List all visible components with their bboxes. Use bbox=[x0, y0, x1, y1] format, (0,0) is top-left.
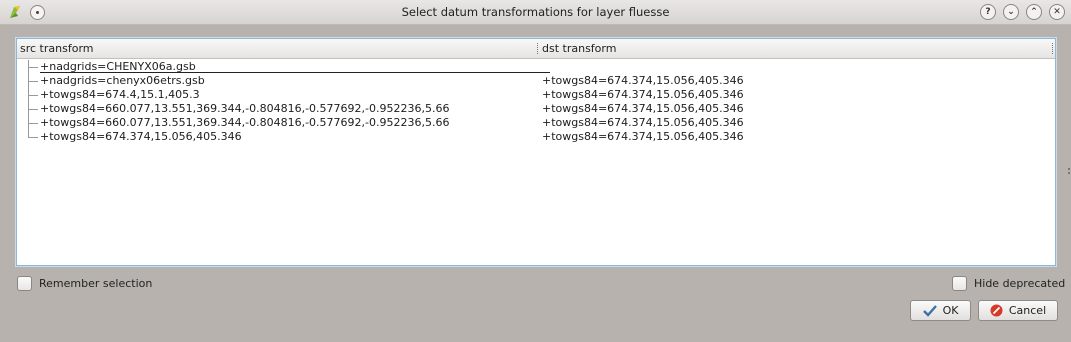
column-header-dst[interactable]: dst transform bbox=[542, 42, 616, 55]
ok-label: OK bbox=[942, 304, 959, 317]
tree-branch bbox=[29, 109, 38, 110]
window-title: Select datum transformations for layer f… bbox=[401, 5, 670, 19]
ok-button[interactable]: OK bbox=[910, 300, 971, 321]
dst-cell: +towgs84=674.374,15.056,405.346 bbox=[542, 116, 744, 129]
dst-cell: +towgs84=674.374,15.056,405.346 bbox=[542, 88, 744, 101]
hide-deprecated-checkbox[interactable] bbox=[952, 276, 967, 291]
dst-cell: +towgs84=674.374,15.056,405.346 bbox=[542, 130, 744, 143]
src-cell: +towgs84=660.077,13.551,369.344,-0.80481… bbox=[40, 102, 450, 115]
table-row[interactable]: +towgs84=660.077,13.551,369.344,-0.80481… bbox=[17, 102, 1055, 116]
minimize-button[interactable]: ⌄ bbox=[1003, 4, 1019, 20]
table-row[interactable]: +nadgrids=CHENYX06a.gsb bbox=[17, 60, 1055, 74]
resize-grip[interactable] bbox=[1068, 172, 1070, 174]
dst-cell: +towgs84=674.374,15.056,405.346 bbox=[542, 102, 744, 115]
resize-grip[interactable] bbox=[1068, 168, 1070, 170]
cancel-button[interactable]: Cancel bbox=[978, 300, 1058, 321]
column-separator[interactable] bbox=[537, 43, 539, 54]
src-cell: +towgs84=674.374,15.056,405.346 bbox=[40, 130, 242, 143]
table-row[interactable]: +towgs84=674.374,15.056,405.346 +towgs84… bbox=[17, 130, 1055, 144]
cancel-icon bbox=[990, 304, 1003, 317]
help-button[interactable]: ? bbox=[980, 4, 996, 20]
cancel-label: Cancel bbox=[1008, 304, 1047, 317]
column-separator[interactable] bbox=[1052, 43, 1054, 54]
table-row[interactable]: +nadgrids=chenyx06etrs.gsb +towgs84=674.… bbox=[17, 74, 1055, 88]
tree-branch bbox=[29, 67, 38, 68]
remember-selection-checkbox[interactable] bbox=[17, 276, 32, 291]
close-button[interactable]: ✕ bbox=[1049, 4, 1065, 20]
src-cell: +towgs84=660.077,13.551,369.344,-0.80481… bbox=[40, 116, 450, 129]
checkmark-icon bbox=[922, 304, 937, 317]
table-row[interactable]: +towgs84=660.077,13.551,369.344,-0.80481… bbox=[17, 116, 1055, 130]
remember-selection-label[interactable]: Remember selection bbox=[39, 277, 152, 290]
hide-deprecated-label[interactable]: Hide deprecated bbox=[974, 277, 1065, 290]
tree-branch bbox=[29, 81, 38, 82]
src-cell: +nadgrids=chenyx06etrs.gsb bbox=[40, 74, 205, 87]
title-bar: Select datum transformations for layer f… bbox=[0, 0, 1071, 25]
table-row[interactable]: +towgs84=674.4,15.1,405.3 +towgs84=674.3… bbox=[17, 88, 1055, 102]
table-header: src transform dst transform bbox=[17, 39, 1055, 59]
maximize-button[interactable]: ⌃ bbox=[1026, 4, 1042, 20]
src-cell: +towgs84=674.4,15.1,405.3 bbox=[40, 88, 200, 101]
tree-branch bbox=[29, 123, 38, 124]
dst-cell: +towgs84=674.374,15.056,405.346 bbox=[542, 74, 744, 87]
row-focus-underline bbox=[40, 72, 550, 73]
transform-tree[interactable]: src transform dst transform +nadgrids=CH… bbox=[16, 38, 1056, 266]
column-header-src[interactable]: src transform bbox=[20, 42, 93, 55]
tree-branch bbox=[29, 95, 38, 96]
tree-branch bbox=[29, 137, 38, 138]
